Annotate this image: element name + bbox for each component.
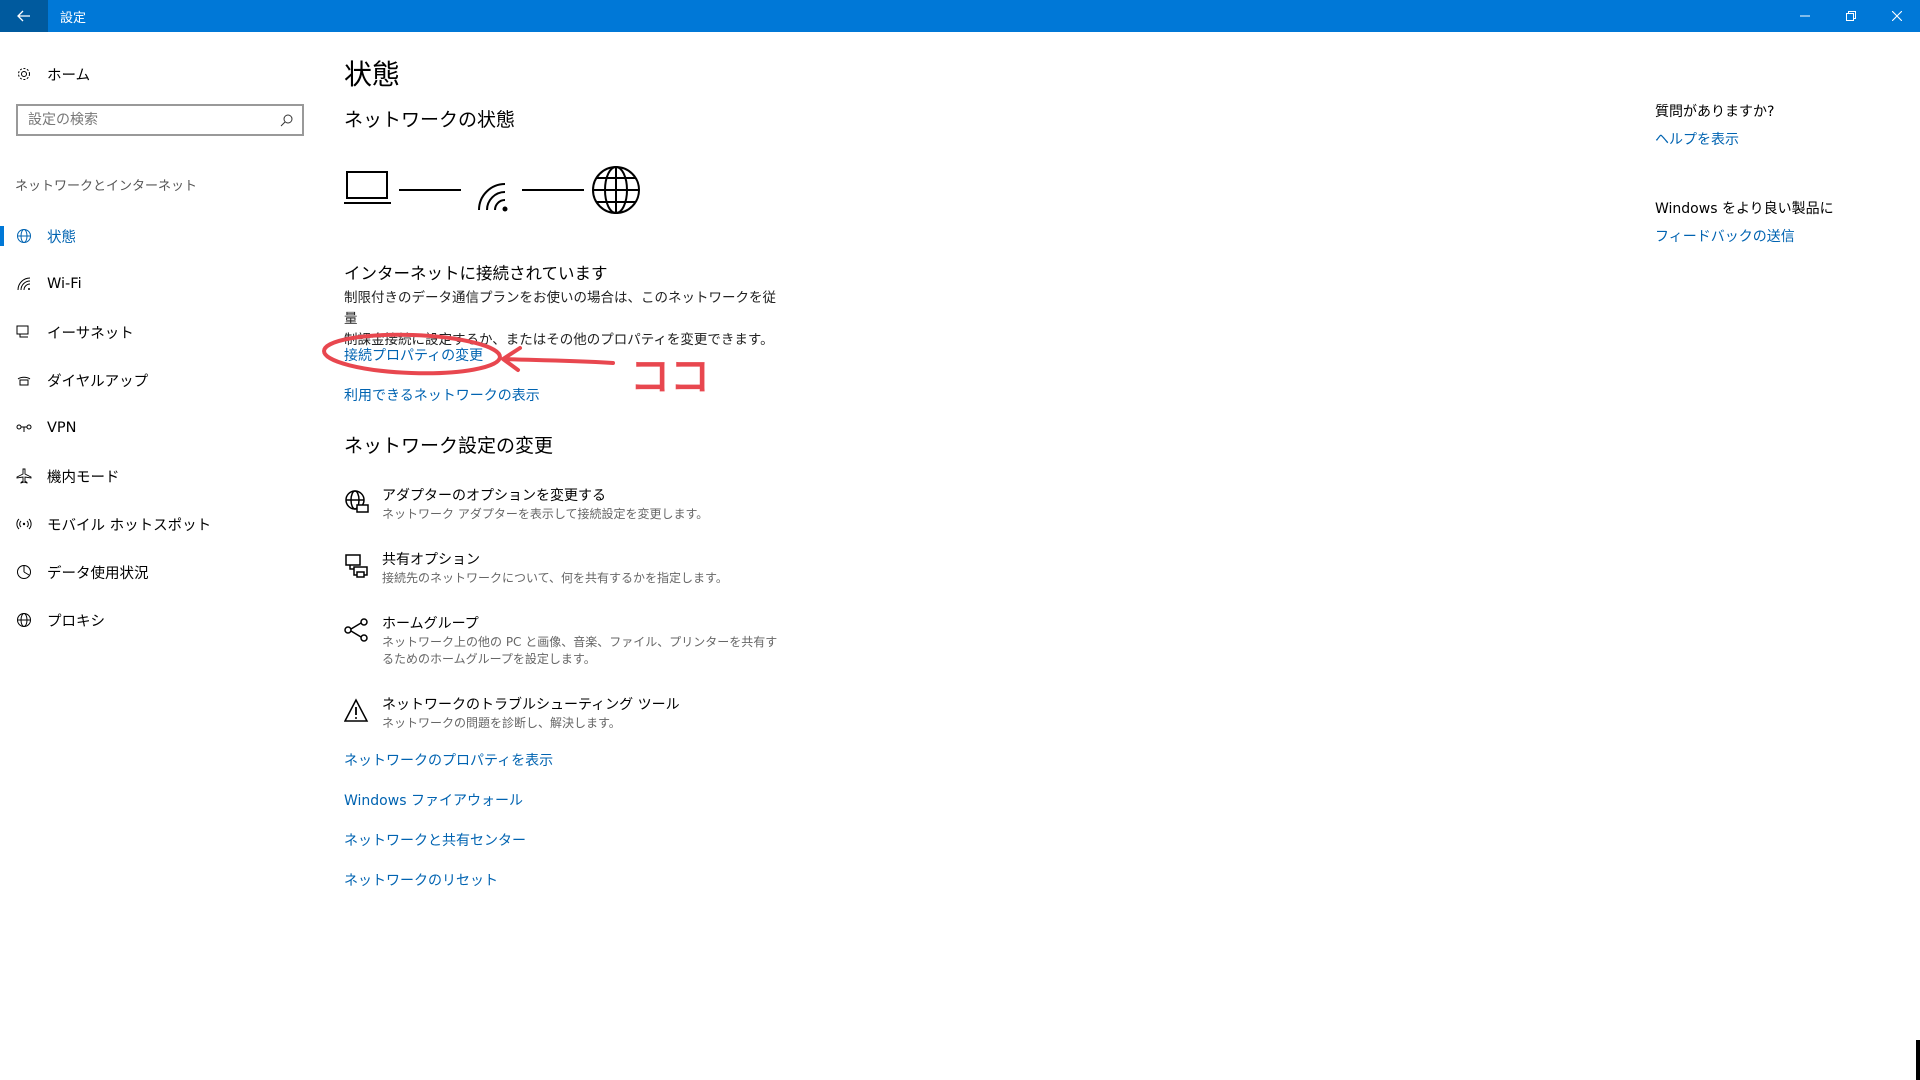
adapter-globe-icon [345, 490, 369, 513]
change-connection-properties-link[interactable]: 接続プロパティの変更 [344, 345, 483, 365]
sharing-options-item[interactable]: 共有オプション 接続先のネットワークについて、何を共有するかを指定します。 [344, 551, 728, 587]
help-link[interactable]: ヘルプを表示 [1655, 129, 1739, 149]
vpn-icon [15, 419, 33, 437]
sidebar-item-label: データ使用状況 [47, 565, 149, 582]
wifi-icon [15, 275, 33, 293]
sidebar-item-label: 機内モード [47, 469, 120, 486]
sidebar-item-label: 状態 [47, 229, 76, 246]
minimize-icon [1800, 15, 1810, 17]
setting-description: ネットワーク上の他の PC と画像、音楽、ファイル、プリンターを共有するためのホ… [382, 635, 778, 666]
troubleshooter-item[interactable]: ネットワークのトラブルシューティング ツール ネットワークの問題を診断し、解決し… [344, 696, 680, 732]
change-settings-heading: ネットワーク設定の変更 [344, 435, 554, 457]
view-network-properties-link[interactable]: ネットワークのプロパティを表示 [344, 750, 553, 770]
sidebar-item-label: ダイヤルアップ [47, 373, 149, 390]
restore-icon [1846, 11, 1856, 21]
setting-title: ホームグループ [382, 616, 479, 632]
sidebar-item-data-usage[interactable]: データ使用状況 [0, 548, 320, 596]
laptop-icon [344, 171, 391, 204]
warning-icon [344, 698, 369, 722]
proxy-globe-icon [15, 611, 33, 629]
homegroup-icon [344, 618, 368, 642]
sidebar-item-label: VPN [47, 420, 77, 436]
sidebar-item-label: イーサネット [47, 325, 134, 342]
homegroup-item[interactable]: ホームグループ ネットワーク上の他の PC と画像、音楽、ファイル、プリンターを… [344, 615, 782, 668]
sidebar-item-status[interactable]: 状態 [0, 212, 320, 260]
sidebar-item-hotspot[interactable]: モバイル ホットスポット [0, 500, 320, 548]
main-content: 状態 ネットワークの状態 インターネットに接続されています 制限付きのデータ通信… [344, 32, 1544, 1080]
network-reset-link[interactable]: ネットワークのリセット [344, 870, 498, 890]
dialup-icon [15, 371, 33, 389]
sharing-printer-icon [345, 554, 368, 578]
window-edge [1916, 1040, 1920, 1080]
sidebar-item-label: モバイル ホットスポット [47, 517, 212, 534]
adapter-options-item[interactable]: アダプターのオプションを変更する ネットワーク アダプターを表示して接続設定を変… [344, 487, 708, 523]
search-box[interactable] [16, 104, 304, 136]
network-status-heading: ネットワークの状態 [344, 109, 516, 131]
gear-icon [15, 65, 33, 83]
sidebar-item-ethernet[interactable]: イーサネット [0, 308, 320, 356]
sidebar: ホーム ネットワークとインターネット 状態 Wi-Fi イーサネット [0, 32, 320, 1080]
sidebar-item-label: プロキシ [47, 613, 105, 630]
feedback-link[interactable]: フィードバックの送信 [1655, 226, 1795, 246]
back-arrow-icon [17, 10, 30, 22]
search-input[interactable] [18, 111, 272, 129]
close-icon [1892, 11, 1902, 21]
sidebar-item-vpn[interactable]: VPN [0, 404, 320, 452]
network-diagram [344, 166, 640, 214]
connected-desc-line: 制限付きのデータ通信プランをお使いの場合は、このネットワークを従量 [344, 290, 776, 327]
setting-title: アダプターのオプションを変更する [382, 488, 606, 504]
sidebar-item-label: Wi-Fi [47, 276, 82, 292]
windows-firewall-link[interactable]: Windows ファイアウォール [344, 790, 523, 810]
sidebar-item-proxy[interactable]: プロキシ [0, 596, 320, 644]
setting-description: 接続先のネットワークについて、何を共有するかを指定します。 [382, 571, 728, 585]
airplane-icon [15, 467, 33, 485]
show-available-networks-link[interactable]: 利用できるネットワークの表示 [344, 385, 540, 405]
ethernet-icon [15, 323, 33, 341]
internet-globe-icon [592, 166, 640, 214]
improve-label: Windows をより良い製品に [1655, 201, 1834, 217]
close-button[interactable] [1874, 0, 1920, 32]
page-title: 状態 [344, 58, 401, 91]
connected-heading: インターネットに接続されています [344, 264, 608, 283]
connected-description: 制限付きのデータ通信プランをお使いの場合は、このネットワークを従量 制課金接続に… [344, 288, 784, 351]
back-button[interactable] [0, 0, 48, 32]
restore-button[interactable] [1828, 0, 1874, 32]
section-label: ネットワークとインターネット [15, 179, 198, 194]
hotspot-icon [15, 515, 33, 533]
sidebar-item-wifi[interactable]: Wi-Fi [0, 260, 320, 308]
minimize-button[interactable] [1782, 0, 1828, 32]
title-bar: 設定 [0, 0, 1920, 32]
globe-status-icon [15, 227, 33, 245]
setting-title: ネットワークのトラブルシューティング ツール [382, 697, 680, 713]
setting-title: 共有オプション [382, 552, 480, 568]
sidebar-item-dialup[interactable]: ダイヤルアップ [0, 356, 320, 404]
search-icon[interactable] [272, 113, 302, 127]
window-title: 設定 [60, 10, 87, 26]
network-sharing-center-link[interactable]: ネットワークと共有センター [344, 830, 526, 850]
question-label: 質問がありますか? [1655, 104, 1775, 120]
home-label: ホーム [47, 67, 91, 84]
data-usage-icon [15, 563, 33, 581]
wifi-signal-icon [478, 183, 508, 212]
sidebar-item-airplane[interactable]: 機内モード [0, 452, 320, 500]
sidebar-nav: 状態 Wi-Fi イーサネット ダイヤルアップ VPN 機内モード モバイル ホ… [0, 212, 320, 644]
home-nav-item[interactable]: ホーム [15, 62, 90, 86]
setting-description: ネットワークの問題を診断し、解決します。 [382, 716, 621, 730]
setting-description: ネットワーク アダプターを表示して接続設定を変更します。 [382, 507, 709, 521]
